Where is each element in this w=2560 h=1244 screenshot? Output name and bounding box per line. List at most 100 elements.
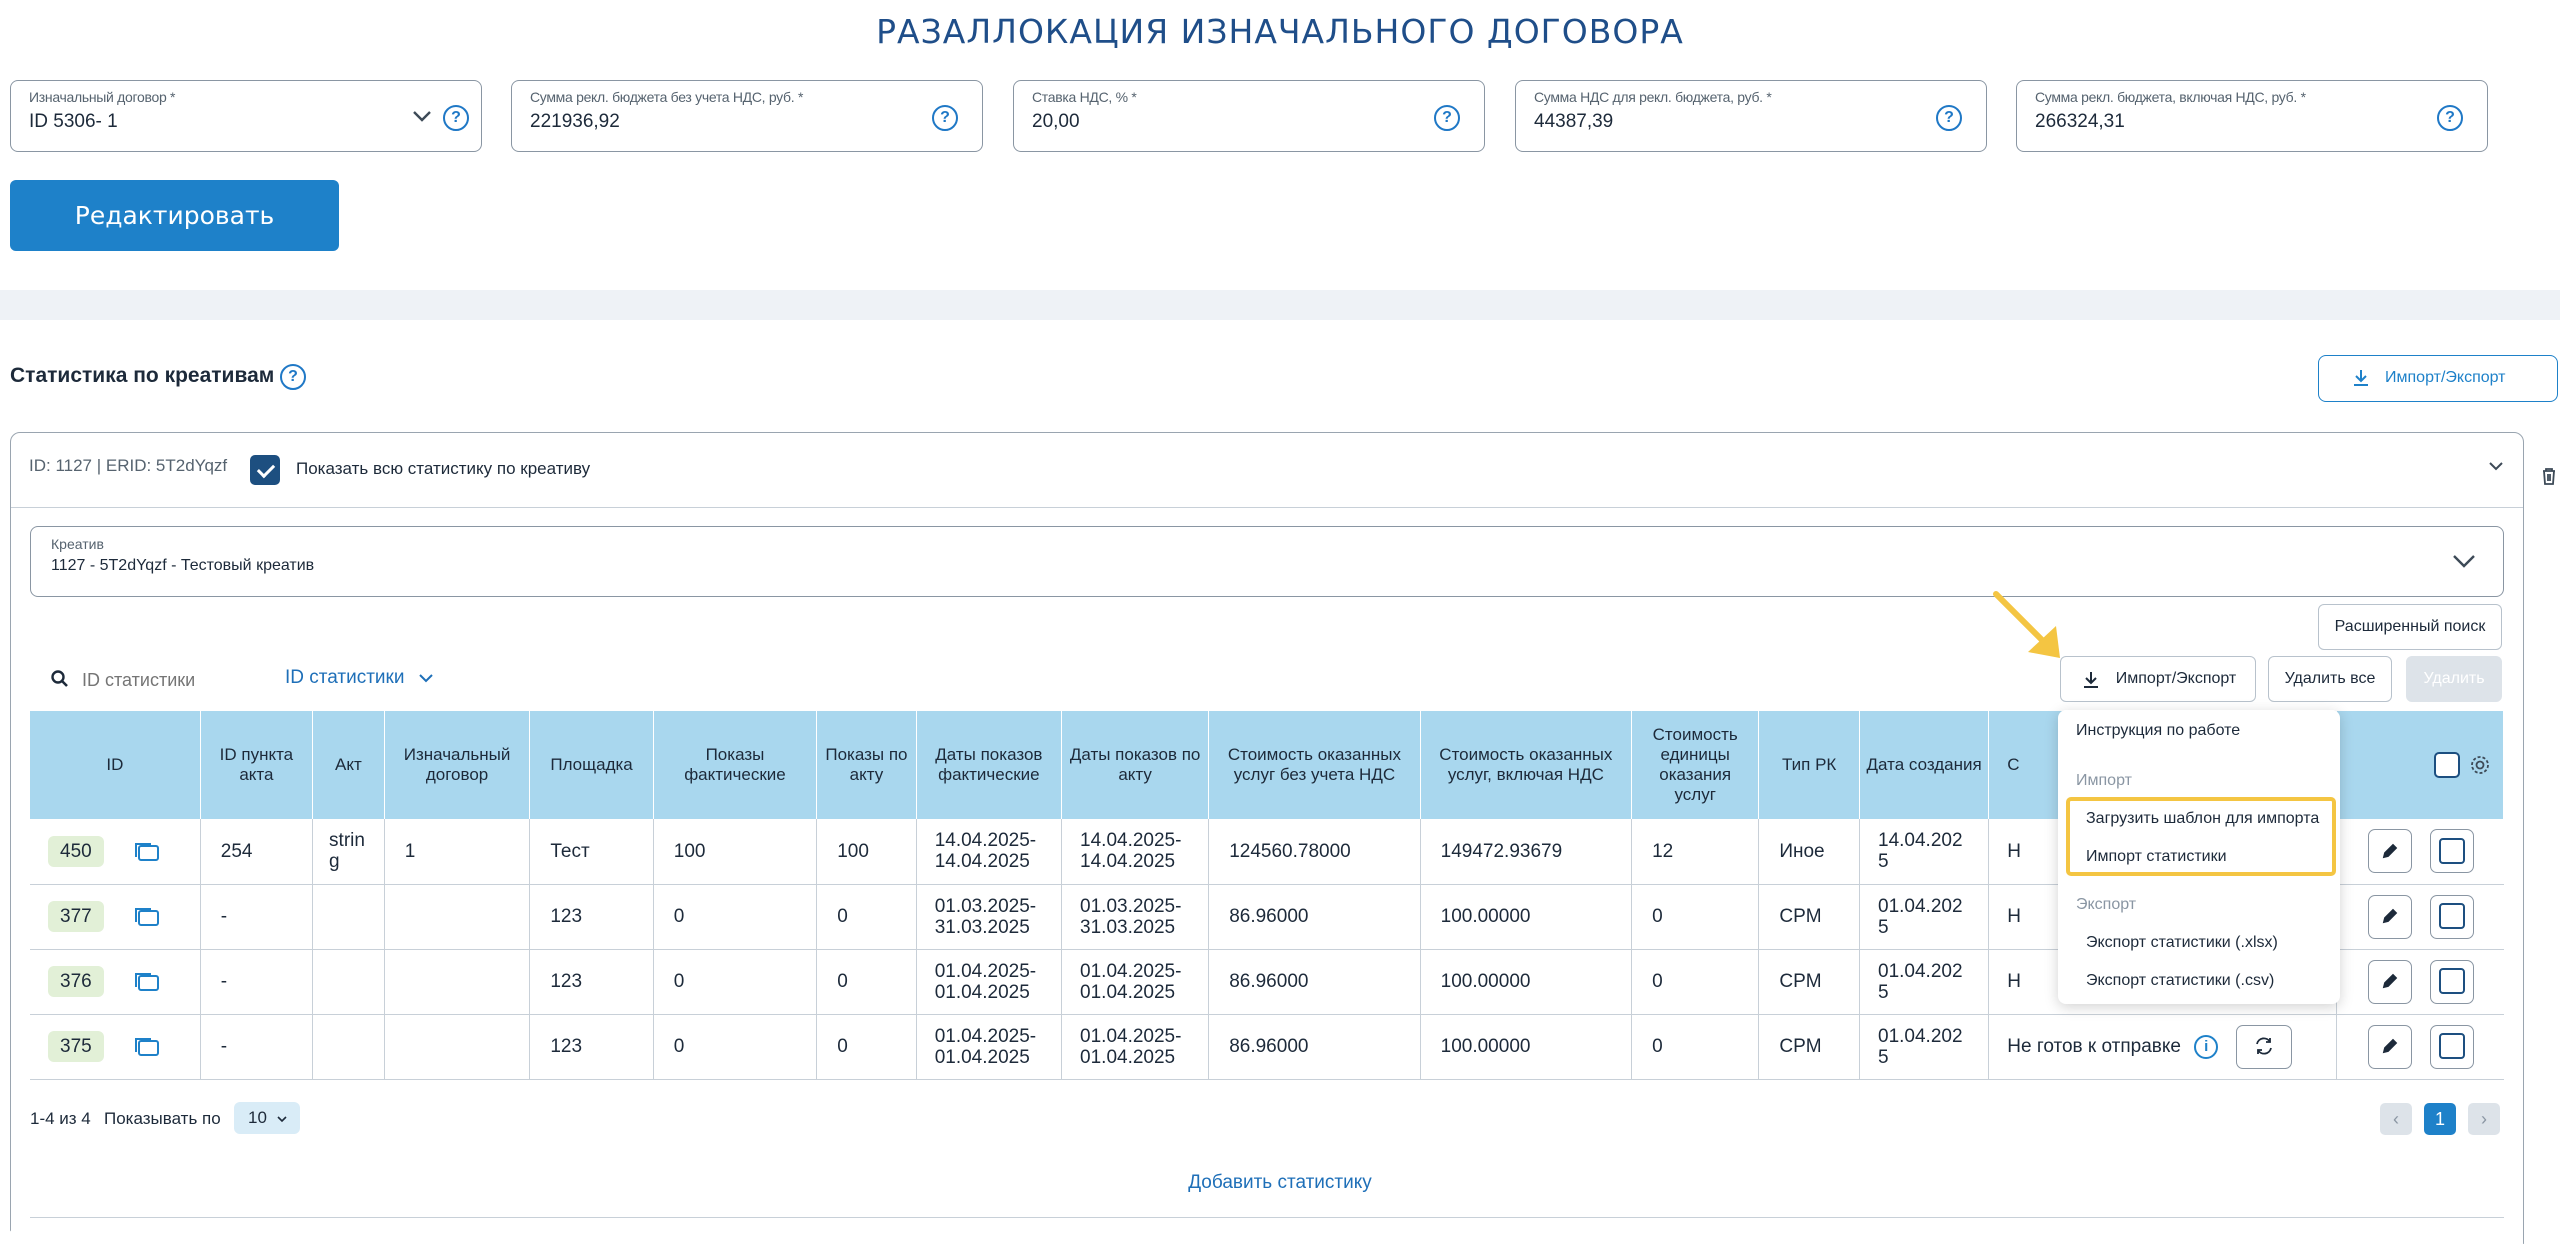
cell: 01.04.202 5 — [1859, 1014, 1990, 1080]
cell: 0 — [1631, 1014, 1760, 1080]
page-button-current[interactable]: 1 — [2424, 1103, 2456, 1135]
page-title: РАЗАЛЛОКАЦИЯ ИЗНАЧАЛЬНОГО ДОГОВОРА — [876, 12, 1684, 51]
chevron-down-icon[interactable] — [2487, 459, 2505, 473]
info-icon[interactable]: i — [2194, 1034, 2219, 1059]
help-icon[interactable]: ? — [1434, 105, 1460, 131]
gear-icon[interactable] — [2469, 754, 2491, 776]
cell: - — [200, 884, 314, 950]
field-label: Сумма рекл. бюджета без учета НДС, руб. … — [530, 89, 804, 105]
checkbox-box — [2438, 838, 2465, 865]
help-icon[interactable]: ? — [1936, 105, 1962, 131]
cell — [312, 1014, 385, 1080]
search-input[interactable] — [82, 664, 262, 696]
edit-row-button[interactable] — [2368, 959, 2413, 1004]
budget-without-vat-field[interactable]: Сумма рекл. бюджета без учета НДС, руб. … — [511, 80, 983, 152]
cell: 100 — [816, 819, 917, 885]
prev-page-button[interactable]: ‹ — [2380, 1103, 2412, 1135]
column-header[interactable]: Показы по акту — [816, 711, 917, 819]
search-type-label: ID статистики — [285, 667, 405, 688]
initial-contract-select[interactable]: Изначальный договор * ID 5306- 1 ? — [10, 80, 482, 152]
cell: - — [200, 1014, 314, 1080]
menu-group-export: Экспорт — [2076, 896, 2137, 913]
chevron-down-icon[interactable] — [409, 103, 435, 129]
next-page-button[interactable]: › — [2468, 1103, 2500, 1135]
cell: 149472.93679 — [1420, 819, 1633, 885]
vat-amount-field[interactable]: Сумма НДС для рекл. бюджета, руб. * 4438… — [1515, 80, 1987, 152]
column-header[interactable]: Акт — [312, 711, 385, 819]
search-type-select[interactable]: ID статистики — [285, 667, 434, 689]
refresh-button[interactable] — [2235, 1024, 2292, 1069]
column-header[interactable]: Площадка — [529, 711, 654, 819]
column-header[interactable]: Изначальный договор — [384, 711, 531, 819]
status-cell: Не готов к отправке i — [1988, 1014, 2337, 1080]
help-icon[interactable]: ? — [2437, 105, 2463, 131]
column-header-actions — [2336, 711, 2505, 819]
pagination-range: 1-4 из 4 — [30, 1109, 91, 1128]
pencil-icon — [2382, 974, 2398, 989]
help-icon[interactable]: ? — [932, 105, 958, 131]
cell: Иное — [1758, 819, 1860, 885]
chevron-down-icon — [419, 674, 433, 683]
cell: 12 — [1631, 819, 1760, 885]
field-label: Ставка НДС, % * — [1032, 89, 1137, 105]
vat-rate-field[interactable]: Ставка НДС, % * 20,00 ? — [1013, 80, 1485, 152]
column-header[interactable]: ID — [30, 711, 201, 819]
delete-button[interactable]: Удалить — [2406, 656, 2502, 702]
row-select-checkbox[interactable] — [2429, 1024, 2474, 1069]
copy-icon[interactable] — [134, 1037, 160, 1057]
cell — [384, 949, 531, 1015]
copy-icon[interactable] — [134, 907, 160, 927]
cell: 01.04.2025- 01.04.2025 — [1061, 1014, 1210, 1080]
trash-icon[interactable] — [2540, 466, 2558, 486]
row-id: 450 — [48, 835, 104, 867]
cell: 01.03.2025- 31.03.2025 — [916, 884, 1063, 950]
row-select-checkbox[interactable] — [2429, 959, 2474, 1004]
help-icon[interactable]: ? — [280, 364, 306, 390]
cell: 0 — [1631, 884, 1760, 950]
edit-row-button[interactable] — [2368, 1024, 2413, 1069]
column-header[interactable]: Тип РК — [1758, 711, 1860, 819]
column-header[interactable]: Даты показов фактические — [916, 711, 1063, 819]
row-select-checkbox[interactable] — [2429, 894, 2474, 939]
edit-button[interactable]: Редактировать — [10, 180, 339, 251]
download-icon — [2354, 370, 2368, 386]
advanced-search-button[interactable]: Расширенный поиск — [2318, 604, 2502, 650]
menu-item-export-csv[interactable]: Экспорт статистики (.csv) — [2086, 972, 2274, 990]
add-statistics-link[interactable]: Добавить статистику — [0, 1172, 2560, 1194]
import-export-button[interactable]: Импорт/Экспорт — [2060, 656, 2256, 702]
section-divider — [0, 290, 2560, 320]
help-icon[interactable]: ? — [443, 105, 469, 131]
cell — [384, 884, 531, 950]
column-header[interactable]: ID пункта акта — [200, 711, 314, 819]
column-header[interactable]: Стоимость оказанных услуг, включая НДС — [1420, 711, 1633, 819]
row-select-checkbox[interactable] — [2429, 829, 2474, 874]
creative-select[interactable]: Креатив 1127 - 5T2dYqzf - Тестовый креат… — [30, 526, 2504, 597]
copy-icon[interactable] — [134, 842, 160, 862]
delete-all-button[interactable]: Удалить все — [2268, 656, 2392, 702]
cell: 01.04.202 5 — [1859, 884, 1990, 950]
section-import-export-button[interactable]: Импорт/Экспорт — [2318, 355, 2558, 402]
menu-item-export-xlsx[interactable]: Экспорт статистики (.xlsx) — [2086, 934, 2278, 952]
select-all-checkbox[interactable] — [2434, 752, 2461, 778]
column-header[interactable]: Дата создания — [1859, 711, 1990, 819]
show-all-checkbox[interactable] — [250, 455, 280, 485]
budget-with-vat-field[interactable]: Сумма рекл. бюджета, включая НДС, руб. *… — [2016, 80, 2488, 152]
column-header[interactable]: Даты показов по акту — [1061, 711, 1210, 819]
cell: 01.04.2025- 01.04.2025 — [916, 949, 1063, 1015]
table-row[interactable]: 375 - 123 0 0 01.04.2025- 01.04.2025 01.… — [30, 1014, 2504, 1080]
cell: - — [200, 949, 314, 1015]
edit-row-button[interactable] — [2368, 894, 2413, 939]
column-header[interactable]: Показы фактические — [653, 711, 818, 819]
per-page-select[interactable]: 10 — [234, 1102, 300, 1134]
cell: 0 — [816, 884, 917, 950]
column-header[interactable]: Стоимость оказанных услуг без учета НДС — [1208, 711, 1421, 819]
edit-row-button[interactable] — [2368, 829, 2413, 874]
column-header[interactable]: Стоимость единицы оказания услуг — [1631, 711, 1760, 819]
chevron-down-icon[interactable] — [2451, 551, 2477, 571]
cell: 254 — [200, 819, 314, 885]
menu-item-instructions[interactable]: Инструкция по работе — [2076, 722, 2240, 740]
field-label: Изначальный договор * — [29, 89, 176, 105]
copy-icon[interactable] — [134, 972, 160, 992]
arrow-pointer-icon — [1993, 591, 2060, 658]
per-page-value: 10 — [248, 1108, 267, 1127]
